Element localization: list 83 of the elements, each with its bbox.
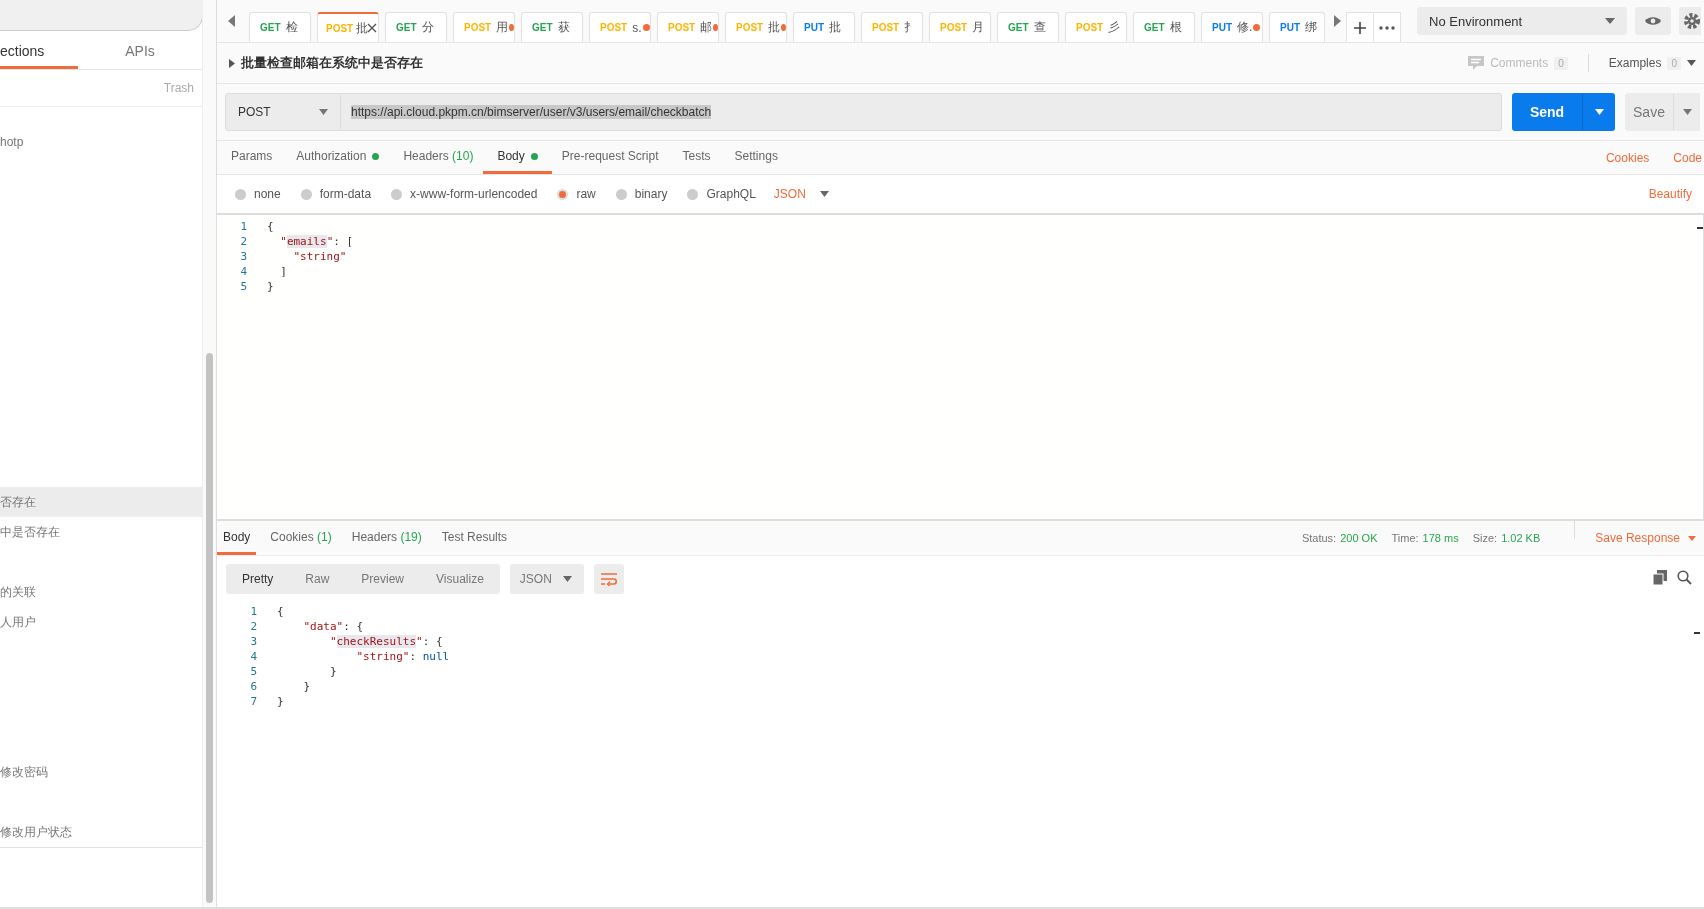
view-mode-tab[interactable]: Visualize xyxy=(420,564,500,594)
line-number: 7 xyxy=(249,695,257,708)
request-tab[interactable]: PUT 批 xyxy=(793,12,855,42)
body-type-radio[interactable]: none xyxy=(235,187,281,201)
code-line: { xyxy=(277,605,284,618)
line-number: 4 xyxy=(239,265,247,278)
request-tab[interactable]: POST 月 xyxy=(929,12,991,42)
sidebar-tab[interactable]: APIs xyxy=(78,43,203,69)
code-line: "string" xyxy=(292,250,347,263)
line-number: 3 xyxy=(239,250,247,263)
line-number: 1 xyxy=(239,220,247,233)
request-tab[interactable]: POST s. xyxy=(589,12,651,42)
request-tab[interactable]: GET 根 xyxy=(1133,12,1195,42)
response-tab[interactable]: Test Results xyxy=(441,521,508,555)
request-section-tab[interactable]: Body xyxy=(483,141,552,174)
request-tab[interactable]: GET 查 xyxy=(997,12,1059,42)
request-tab[interactable]: GET 获 xyxy=(521,12,583,42)
request-tab[interactable]: GET 检 xyxy=(249,12,311,42)
view-mode-tab[interactable]: Preview xyxy=(345,564,421,594)
code-line: } xyxy=(328,665,337,678)
request-section-tab[interactable]: Headers (10) xyxy=(403,141,474,174)
request-section-tab[interactable]: Settings xyxy=(734,141,778,174)
sidebar-tab[interactable]: ections xyxy=(0,43,78,69)
request-title: 批量检查邮箱在系统中是否存在 xyxy=(241,54,423,72)
url-field[interactable]: https://api.cloud.pkpm.cn/bimserver/user/v3/users/email/checkbatch xyxy=(341,93,1502,131)
code-line: "emails": [ xyxy=(279,235,354,248)
save-button[interactable]: Save xyxy=(1625,93,1673,131)
body-type-radio[interactable]: binary xyxy=(615,187,668,201)
comments-count: 0 xyxy=(1554,56,1568,70)
environment-dropdown[interactable]: No Environment xyxy=(1417,7,1627,35)
code-line: } xyxy=(267,280,274,293)
examples-label[interactable]: Examples xyxy=(1608,56,1662,70)
line-number: 1 xyxy=(249,605,257,618)
request-tab[interactable]: POST 批 xyxy=(725,12,787,42)
code-line: "data": { xyxy=(302,620,364,633)
request-section-tab[interactable]: Params xyxy=(231,141,273,174)
code-line: } xyxy=(277,695,284,708)
method-dropdown[interactable]: POST xyxy=(225,93,341,131)
line-number: 3 xyxy=(249,635,257,648)
sidebar-item[interactable]: 修改密码 xyxy=(0,757,203,787)
sidebar-item[interactable]: 人用户 xyxy=(0,607,203,637)
sidebar-item[interactable]: 中是否存在 xyxy=(0,517,203,547)
sidebar-item[interactable]: hotp xyxy=(0,127,203,157)
request-tab[interactable]: GET 分 xyxy=(385,12,447,42)
line-number: 6 xyxy=(249,680,257,693)
examples-count: 0 xyxy=(1667,56,1681,70)
body-type-radio[interactable]: GraphQL xyxy=(687,187,756,201)
view-mode-tab[interactable]: Raw xyxy=(289,564,346,594)
request-tab[interactable]: POST 扌 xyxy=(861,12,923,42)
body-type-radio[interactable]: x-www-form-urlencoded xyxy=(391,187,538,201)
view-mode-tab[interactable]: Pretty xyxy=(226,564,290,594)
request-section-tab[interactable]: Tests xyxy=(682,141,711,174)
request-section-tab[interactable]: Pre-request Script xyxy=(561,141,659,174)
body-type-radio[interactable]: raw xyxy=(557,187,596,201)
line-number: 2 xyxy=(249,620,257,633)
response-stat: Size: 1.02 KB xyxy=(1472,531,1541,546)
sidebar-item[interactable]: 的关联 xyxy=(0,577,203,607)
request-tab[interactable]: POST 彡 xyxy=(1065,12,1127,42)
code-line: } xyxy=(302,680,311,693)
format-dropdown[interactable]: JSON xyxy=(509,564,584,594)
request-tab[interactable]: PUT 绑 xyxy=(1269,12,1325,42)
line-number: 2 xyxy=(239,235,247,248)
line-number: 5 xyxy=(249,665,257,678)
response-tab[interactable]: Body xyxy=(217,521,257,555)
request-tab[interactable]: POST 批 xyxy=(317,12,379,42)
sidebar-item[interactable]: 否存在 xyxy=(0,487,203,517)
code-line: ] xyxy=(279,265,287,278)
code-line: "string": null xyxy=(355,650,450,663)
request-section-tab[interactable]: Authorization xyxy=(296,141,380,174)
request-tab[interactable]: PUT 修. xyxy=(1201,12,1263,42)
response-stat: Time: 178 ms xyxy=(1391,531,1459,546)
response-tab[interactable]: Cookies (1) xyxy=(270,521,332,555)
code-line: { xyxy=(267,220,274,233)
request-tab[interactable]: POST 邮 xyxy=(657,12,719,42)
line-number: 4 xyxy=(249,650,257,663)
body-type-radio[interactable]: form-data xyxy=(300,187,372,201)
response-stat: Status: 200 OK xyxy=(1301,531,1378,546)
request-tab[interactable]: POST 用 xyxy=(453,12,515,42)
response-tab[interactable]: Headers (19) xyxy=(351,521,422,555)
code-line: "checkResults": { xyxy=(328,635,443,648)
sidebar-item[interactable]: 修改用户状态 xyxy=(0,817,203,847)
send-button[interactable]: Send xyxy=(1512,93,1582,131)
line-number: 5 xyxy=(239,280,247,293)
